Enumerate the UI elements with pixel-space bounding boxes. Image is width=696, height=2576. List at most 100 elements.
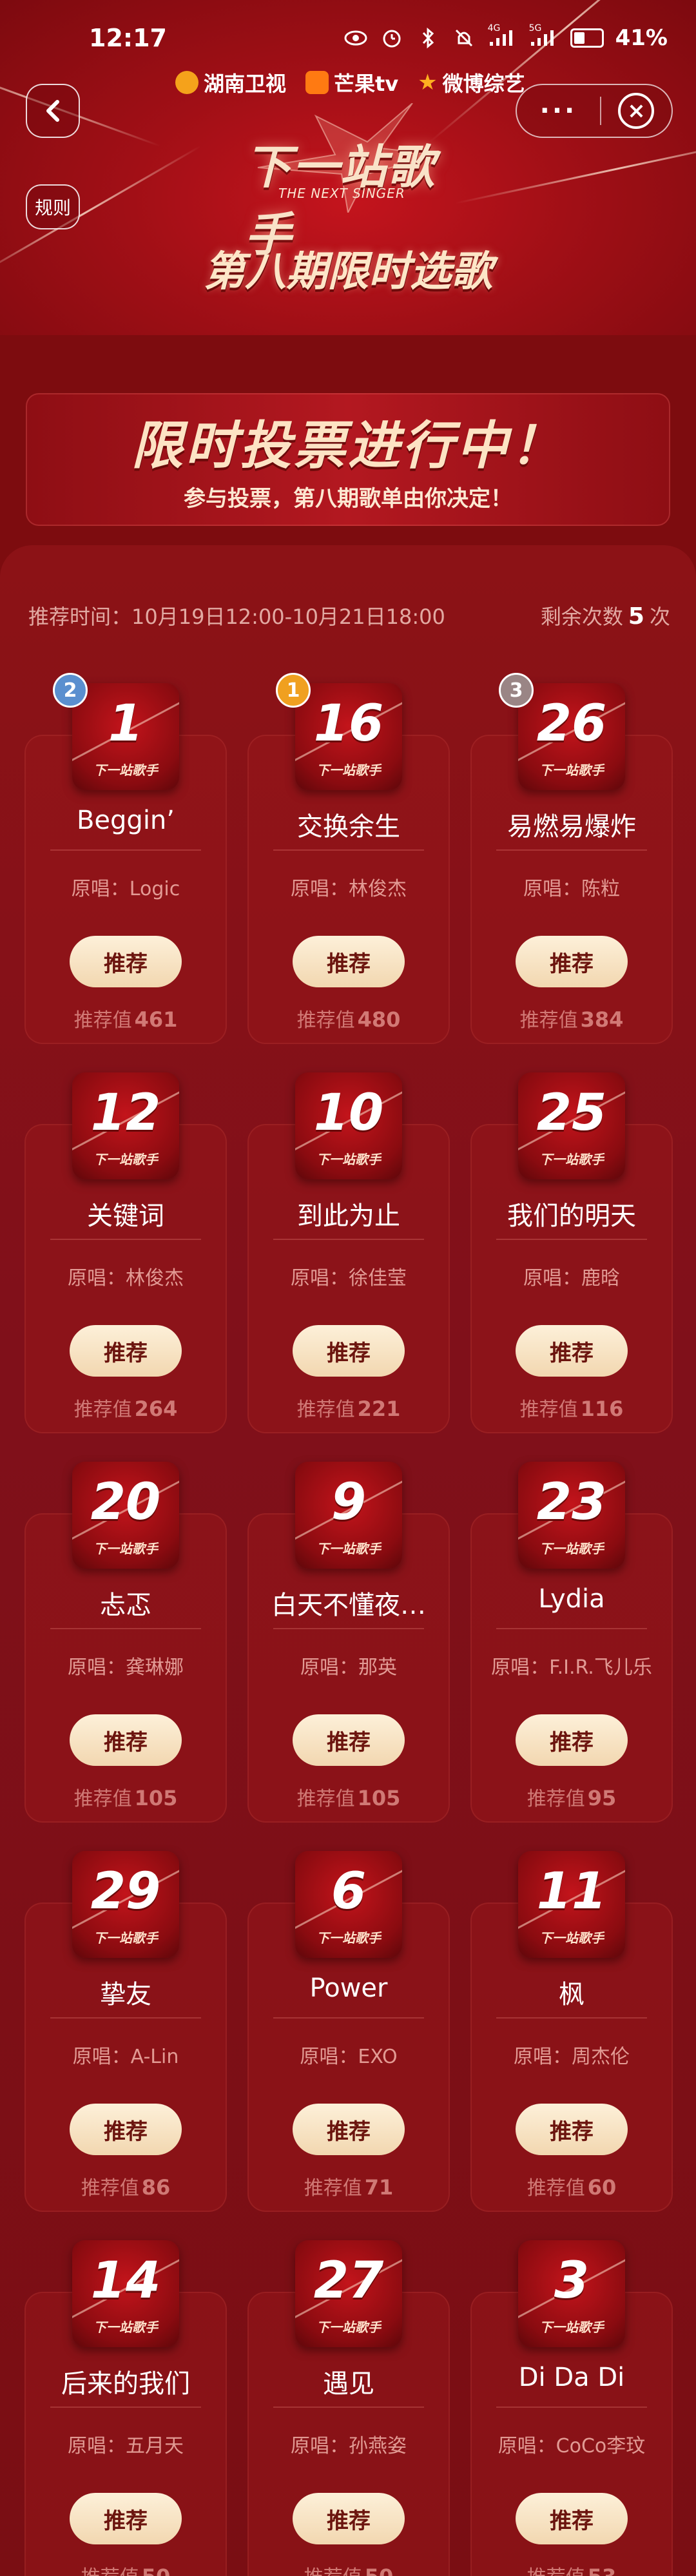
cover-logo: 下一站歌手: [539, 2319, 604, 2335]
song-cover: 20 下一站歌手: [72, 1462, 179, 1569]
original-singer: 原唱：F.I.R.飞儿乐: [491, 1656, 652, 1679]
original-singer: 原唱：林俊杰: [291, 878, 407, 900]
song-number: 3: [554, 2252, 590, 2310]
song-name: 后来的我们: [61, 2369, 190, 2399]
song-card: 29 下一站歌手 挚友 原唱：A-Lin 推荐 推荐值 86: [24, 1851, 227, 2212]
eye-icon: [343, 27, 368, 49]
logo-subtitle: THE NEXT SINGER: [278, 186, 405, 201]
original-singer: 原唱：Logic: [71, 878, 180, 900]
recommend-score: 推荐值 105: [73, 1786, 178, 1810]
recommend-button[interactable]: 推荐: [70, 936, 182, 987]
song-cover: 11 下一站歌手: [518, 1851, 625, 1958]
song-name: 交换余生: [297, 812, 400, 842]
song-card: 6 下一站歌手 Power 原唱：EXO 推荐 推荐值 71: [247, 1851, 450, 2212]
card-divider: [273, 2017, 424, 2019]
cover-logo: 下一站歌手: [539, 762, 604, 778]
recommend-button[interactable]: 推荐: [70, 2104, 182, 2155]
song-cover: 29 下一站歌手: [72, 1851, 179, 1958]
battery-percent: 41%: [615, 25, 668, 51]
card-divider: [50, 2407, 201, 2408]
alarm-icon: [380, 27, 404, 49]
vote-banner-subtitle: 参与投票，第八期歌单由你决定！: [184, 486, 512, 512]
more-options-button[interactable]: ···: [517, 96, 600, 126]
song-number: 9: [331, 1473, 367, 1531]
recommend-button[interactable]: 推荐: [70, 1714, 182, 1766]
signal-5g-icon: 5G: [529, 23, 559, 49]
recommend-button[interactable]: 推荐: [516, 2104, 628, 2155]
recommend-score: 推荐值 116: [519, 1397, 624, 1421]
cover-logo: 下一站歌手: [539, 1541, 604, 1556]
song-card: 25 下一站歌手 我们的明天 原唱：鹿晗 推荐 推荐值 116: [470, 1072, 673, 1433]
bluetooth-icon: [416, 27, 440, 49]
song-number: 20: [90, 1473, 161, 1531]
song-name: 遇见: [323, 2369, 374, 2399]
cover-logo: 下一站歌手: [316, 1152, 381, 1167]
song-panel: 推荐时间：10月19日12:00-10月21日18:00 剩余次数 5 次 1 下一站…: [0, 545, 696, 2576]
mini-program-capsule: ··· ×: [516, 84, 673, 138]
back-button[interactable]: [26, 84, 80, 138]
song-cover: 26 下一站歌手: [518, 683, 625, 790]
recommend-time: 推荐时间：10月19日12:00-10月21日18:00: [28, 605, 445, 629]
recommend-button[interactable]: 推荐: [293, 936, 405, 987]
song-name: 到此为止: [297, 1201, 400, 1231]
song-card: 3 下一站歌手 Di Da Di 原唱：CoCo李玟推荐推荐值53: [470, 2240, 673, 2576]
recommend-score: 推荐值 221: [296, 1397, 401, 1421]
cover-logo: 下一站歌手: [93, 1152, 158, 1167]
song-number: 26: [536, 695, 607, 753]
song-name: Beggin’: [76, 806, 175, 835]
recommend-button[interactable]: 推荐: [293, 1325, 405, 1377]
card-divider: [273, 1628, 424, 1629]
card-divider: [496, 2407, 647, 2408]
recommend-button[interactable]: 推荐: [70, 1325, 182, 1377]
signal-4g-icon: 4G: [488, 23, 517, 49]
song-card: 12 下一站歌手 关键词 原唱：林俊杰 推荐 推荐值 264: [24, 1072, 227, 1433]
card-divider: [50, 2017, 201, 2019]
song-number: 10: [313, 1084, 384, 1142]
song-name: 枫: [559, 1980, 585, 2009]
recommend-button[interactable]: 推荐: [70, 2493, 182, 2544]
song-card: 1 下一站歌手 2 Beggin’ 原唱：Logic 推荐 推荐值 461: [24, 673, 227, 1044]
card-divider: [50, 1239, 201, 1240]
song-number: 23: [536, 1473, 607, 1531]
recommend-score: 推荐值 264: [73, 1397, 178, 1421]
original-singer: 原唱：A-Lin: [72, 2046, 179, 2068]
song-cover: 9 下一站歌手: [295, 1462, 402, 1569]
song-card: 14 下一站歌手后来的我们原唱：五月天推荐推荐值50: [24, 2240, 227, 2576]
song-cover: 3 下一站歌手: [518, 2240, 625, 2347]
original-singer: 原唱：孙燕姿: [291, 2435, 407, 2457]
recommend-button[interactable]: 推荐: [516, 936, 628, 987]
song-card: 16 下一站歌手 1 交换余生 原唱：林俊杰 推荐 推荐值 480: [247, 673, 450, 1044]
mute-icon: [452, 27, 476, 49]
song-cover: 14 下一站歌手: [72, 2240, 179, 2347]
card-divider: [273, 849, 424, 851]
card-divider: [273, 1239, 424, 1240]
card-divider: [496, 849, 647, 851]
rank-badge: 2: [53, 673, 88, 708]
song-number: 11: [536, 1863, 607, 1921]
info-row: 推荐时间：10月19日12:00-10月21日18:00 剩余次数 5 次: [28, 601, 670, 630]
vote-banner-title: 限时投票进行中！: [131, 416, 565, 476]
recommend-button[interactable]: 推荐: [516, 1714, 628, 1766]
recommend-score: 推荐值 86: [81, 2175, 171, 2200]
recommend-button[interactable]: 推荐: [293, 2104, 405, 2155]
recommend-button[interactable]: 推荐: [516, 1325, 628, 1377]
close-button[interactable]: ×: [601, 93, 672, 129]
cover-logo: 下一站歌手: [316, 1930, 381, 1946]
song-cover: 27 下一站歌手: [295, 2240, 402, 2347]
song-cover: 23 下一站歌手: [518, 1462, 625, 1569]
recommend-score: 推荐值 461: [73, 1007, 178, 1032]
original-singer: 原唱：五月天: [68, 2435, 184, 2457]
period-title: 第八期限时选歌: [204, 248, 492, 296]
status-time: 12:17: [89, 24, 167, 52]
original-singer: 原唱：CoCo李玟: [498, 2435, 646, 2457]
rules-button[interactable]: 规则: [26, 184, 80, 229]
cover-logo: 下一站歌手: [93, 762, 158, 778]
recommend-button[interactable]: 推荐: [293, 2493, 405, 2544]
recommend-button[interactable]: 推荐: [516, 2493, 628, 2544]
status-bar: 12:17 4G 5G 41%: [0, 0, 696, 76]
recommend-button[interactable]: 推荐: [293, 1714, 405, 1766]
recommend-score: 推荐值50: [24, 2561, 227, 2576]
recommend-score: 推荐值53: [470, 2561, 673, 2576]
song-card: 20 下一站歌手 忐忑 原唱：龚琳娜 推荐 推荐值 105: [24, 1462, 227, 1823]
recommend-score: 推荐值 60: [527, 2175, 617, 2200]
